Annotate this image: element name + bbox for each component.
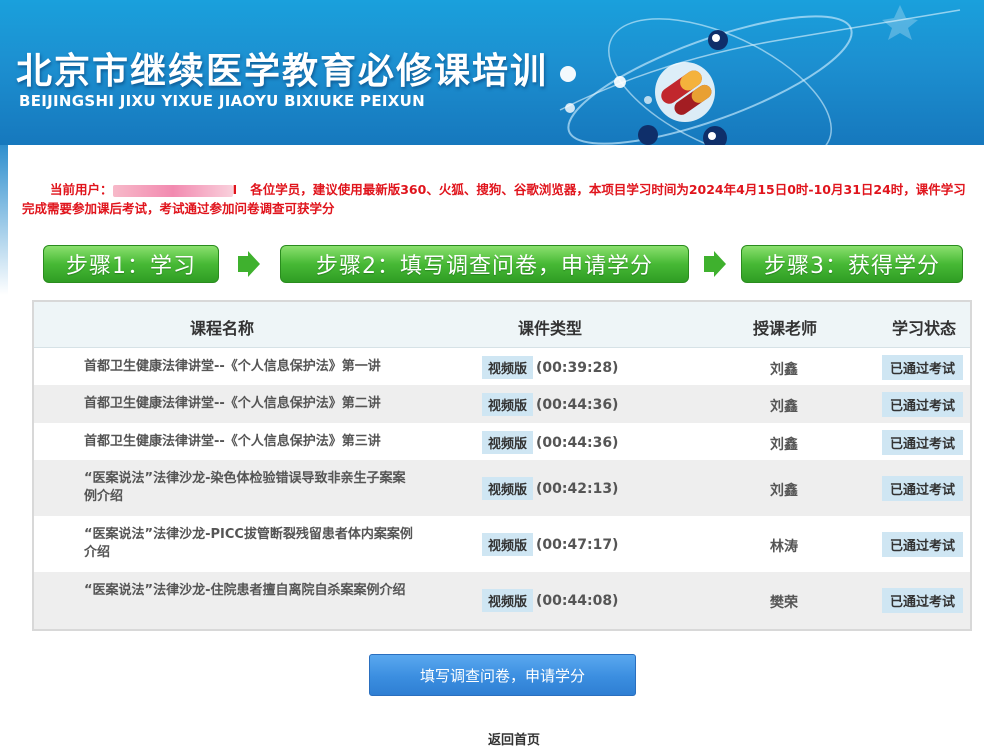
apply-credit-button[interactable]: 填写调查问卷，申请学分: [369, 654, 636, 696]
video-tag: 视频版: [482, 356, 534, 379]
banner-subtitle: BEIJINGSHI JIXU YIXUE JIAOYU BIXIUKE PEI…: [19, 92, 425, 110]
duration: (00:44:08): [536, 592, 619, 609]
step-1-study: 步骤1：学习: [43, 245, 219, 283]
courseware-type: 视频版 (00:44:36): [482, 393, 618, 416]
teacher-name: 刘鑫: [770, 399, 798, 415]
arrow-right-icon: [238, 251, 260, 277]
table-row: 首都卫生健康法律讲堂--《个人信息保护法》第一讲 视频版 (00:39:28) …: [34, 349, 970, 385]
status-badge: 已通过考试: [882, 476, 964, 501]
table-header: 课程名称 课件类型 授课老师 学习状态: [34, 302, 970, 348]
header-teacher: 授课老师: [753, 319, 818, 338]
courseware-type: 视频版 (00:44:36): [482, 431, 618, 454]
course-table: 课程名称 课件类型 授课老师 学习状态 首都卫生健康法律讲堂--《个人信息保护法…: [32, 300, 972, 631]
courseware-type: 视频版 (00:39:28): [482, 356, 618, 379]
teacher-name: 刘鑫: [770, 362, 798, 378]
notice-text: 当前用户： I 各位学员，建议使用最新版360、火狐、搜狗、谷歌浏览器，本项目学习…: [22, 180, 972, 218]
video-tag: 视频版: [482, 393, 534, 416]
video-tag: 视频版: [482, 533, 534, 556]
course-name[interactable]: “医案说法”法律沙龙-PICC拔管断裂残留患者体内案案例介绍: [84, 526, 414, 562]
current-user-label: 当前用户：: [50, 182, 113, 197]
table-row: “医案说法”法律沙龙-住院患者擅自离院自杀案案例介绍 视频版 (00:44:08…: [34, 572, 970, 629]
video-tag: 视频版: [482, 589, 534, 612]
course-name[interactable]: “医案说法”法律沙龙-住院患者擅自离院自杀案案例介绍: [84, 582, 414, 600]
video-tag: 视频版: [482, 431, 534, 454]
teacher-name: 刘鑫: [770, 437, 798, 453]
duration: (00:44:36): [536, 396, 619, 413]
header-course-name: 课程名称: [190, 319, 255, 338]
arrow-right-icon: [704, 251, 726, 277]
table-row: 首都卫生健康法律讲堂--《个人信息保护法》第二讲 视频版 (00:44:36) …: [34, 385, 970, 423]
teacher-name: 樊荣: [770, 595, 798, 611]
duration: (00:42:13): [536, 480, 619, 497]
video-tag: 视频版: [482, 477, 534, 500]
status-badge: 已通过考试: [882, 532, 964, 557]
masked-username: [112, 184, 233, 197]
courseware-type: 视频版 (00:42:13): [482, 477, 618, 500]
table-row: “医案说法”法律沙龙-染色体检验错误导致非亲生子案案例介绍 视频版 (00:42…: [34, 460, 970, 516]
medicine-capsule-art-icon: [559, 5, 961, 145]
course-name[interactable]: 首都卫生健康法律讲堂--《个人信息保护法》第三讲: [84, 433, 414, 451]
table-row: 首都卫生健康法律讲堂--《个人信息保护法》第三讲 视频版 (00:44:36) …: [34, 423, 970, 460]
status-badge: 已通过考试: [882, 430, 964, 455]
courseware-type: 视频版 (00:47:17): [482, 533, 618, 556]
course-name[interactable]: 首都卫生健康法律讲堂--《个人信息保护法》第一讲: [84, 358, 414, 376]
back-home-link[interactable]: 返回首页: [488, 729, 540, 748]
status-badge: 已通过考试: [882, 392, 964, 417]
banner-title: 北京市继续医学教育必修课培训: [16, 51, 549, 92]
username-tail: I: [232, 182, 238, 197]
step-3-credit: 步骤3：获得学分: [741, 245, 963, 283]
table-row: “医案说法”法律沙龙-PICC拔管断裂残留患者体内案案例介绍 视频版 (00:4…: [34, 516, 970, 572]
teacher-name: 刘鑫: [770, 483, 798, 499]
status-badge: 已通过考试: [882, 588, 964, 613]
courseware-type: 视频版 (00:44:08): [482, 589, 618, 612]
course-name[interactable]: 首都卫生健康法律讲堂--《个人信息保护法》第二讲: [84, 395, 414, 413]
header-courseware-type: 课件类型: [518, 319, 583, 338]
header-status: 学习状态: [892, 319, 957, 338]
step-2-survey: 步骤2：填写调查问卷，申请学分: [280, 245, 689, 283]
header-banner: 北京市继续医学教育必修课培训 BEIJINGSHI JIXU YIXUE JIA…: [0, 0, 984, 145]
teacher-name: 林涛: [770, 539, 798, 555]
duration: (00:44:36): [536, 434, 619, 451]
left-edge-decoration: [0, 145, 8, 295]
status-badge: 已通过考试: [882, 355, 964, 380]
course-name[interactable]: “医案说法”法律沙龙-染色体检验错误导致非亲生子案案例介绍: [84, 470, 414, 506]
duration: (00:47:17): [536, 536, 619, 553]
duration: (00:39:28): [536, 359, 619, 376]
